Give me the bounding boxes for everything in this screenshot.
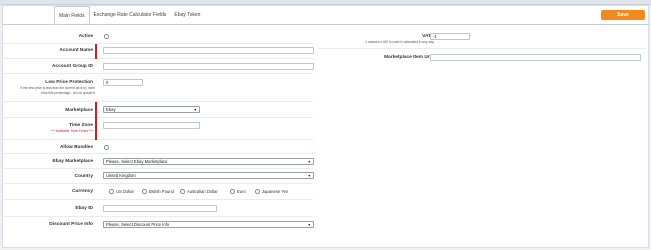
ebay-marketplace-select[interactable]: Please, Select Ebay Marketplace ▼ xyxy=(103,157,314,165)
currency-radio-us-dollar[interactable] xyxy=(109,189,114,194)
tab-divider xyxy=(2,24,649,25)
active-toggle[interactable] xyxy=(104,34,109,39)
account-group-id-label: Account Group ID xyxy=(51,64,93,69)
currency-label: Currency xyxy=(71,189,93,194)
tab-ebay-token[interactable]: Ebay Token xyxy=(170,6,204,25)
row-vat: VAT -1 means no VAT is used in calculate… xyxy=(318,30,646,49)
row-ebay-marketplace: Ebay Marketplace Please, Select Ebay Mar… xyxy=(4,154,314,169)
row-low-price-protection: Low Price Protection If the new price is… xyxy=(4,74,313,102)
currency-option-label: US Dollar xyxy=(116,189,134,194)
time-zone-label: Time Zone xyxy=(69,123,93,128)
low-price-help-line-2: than this percentage - do not update it xyxy=(41,90,95,95)
row-account-name: Account Name xyxy=(4,44,314,59)
tab-main-fields[interactable]: Main Fields xyxy=(54,6,90,25)
low-price-protection-label: Low Price Protection xyxy=(45,80,93,85)
chevron-down-icon: ▼ xyxy=(307,174,311,178)
ebay-marketplace-value: Please, Select Ebay Marketplace xyxy=(106,158,168,164)
row-time-zone: Time Zone *** Available Time Zones *** xyxy=(4,118,313,140)
currency-radio-euro[interactable] xyxy=(230,189,235,194)
row-account-group-id: Account Group ID xyxy=(4,59,314,74)
row-active: Active xyxy=(4,30,313,44)
row-marketplace-item-url: Marketplace Item Url xyxy=(318,49,646,67)
tab-bar: Main Fields Exchange Rate Calculator Fie… xyxy=(54,6,204,25)
ebay-id-input[interactable] xyxy=(103,205,217,212)
vat-help-text: -1 means no VAT is used in calculated in… xyxy=(364,40,434,44)
row-allow-bundles: Allow Bundles xyxy=(4,140,313,154)
account-name-input[interactable] xyxy=(103,47,314,54)
country-value: United Kingdom xyxy=(106,173,136,178)
currency-option-label: British Pound xyxy=(149,189,174,194)
chevron-down-icon: ▼ xyxy=(307,159,311,164)
currency-radio-australian-dollar[interactable] xyxy=(180,189,185,194)
currency-radio-japanese-yen[interactable] xyxy=(255,189,260,194)
account-group-id-input[interactable] xyxy=(103,63,314,70)
active-label: Active xyxy=(78,34,93,39)
currency-radio-british-pound[interactable] xyxy=(142,189,147,194)
discount-price-info-label: Discount Price Info xyxy=(49,222,93,227)
country-label: Country xyxy=(74,174,93,179)
vat-input[interactable]: -1 xyxy=(430,33,470,40)
marketplace-select[interactable]: Ebay ▼ xyxy=(103,106,200,113)
tab-exchange-rate-calculator-fields[interactable]: Exchange Rate Calculator Fields xyxy=(90,6,171,25)
required-marker xyxy=(95,44,97,59)
marketplace-value: Ebay xyxy=(106,107,116,112)
save-button[interactable]: Save xyxy=(601,10,645,20)
row-marketplace: Marketplace Ebay ▼ xyxy=(4,102,313,118)
currency-option-label: Euro xyxy=(237,189,246,194)
chevron-down-icon: ▼ xyxy=(307,222,311,227)
allow-bundles-toggle[interactable] xyxy=(104,145,109,150)
row-currency: Currency US Dollar British Pound Austral… xyxy=(4,184,313,200)
available-time-zones-link[interactable]: *** Available Time Zones *** xyxy=(51,129,93,133)
currency-option-label: Japanese Yen xyxy=(262,189,289,194)
time-zone-input[interactable] xyxy=(103,122,200,129)
low-price-protection-input[interactable]: 0 xyxy=(103,79,143,86)
currency-option-label: Australian Dollar xyxy=(187,189,218,194)
row-country: Country United Kingdom ▼ xyxy=(4,169,314,184)
discount-price-info-select[interactable]: Please, Select Discount Price Info ▼ xyxy=(103,220,314,228)
country-select[interactable]: United Kingdom ▼ xyxy=(103,172,314,179)
row-ebay-id: Ebay ID xyxy=(4,200,313,217)
account-name-label: Account Name xyxy=(59,48,93,53)
chevron-down-icon: ▼ xyxy=(193,108,197,112)
discount-price-info-value: Please, Select Discount Price Info xyxy=(106,221,170,227)
row-discount-price-info: Discount Price Info Please, Select Disco… xyxy=(4,217,314,232)
marketplace-label: Marketplace xyxy=(65,108,93,113)
required-marker xyxy=(95,118,97,140)
required-marker xyxy=(95,102,97,118)
low-price-help-line-1: If the new price is less than the curren… xyxy=(20,86,95,90)
marketplace-item-url-input[interactable] xyxy=(430,54,641,61)
allow-bundles-label: Allow Bundles xyxy=(59,145,93,150)
ebay-marketplace-label: Ebay Marketplace xyxy=(52,159,93,164)
ebay-id-label: Ebay ID xyxy=(75,206,93,211)
marketplace-item-url-label: Marketplace Item Url xyxy=(384,55,431,60)
